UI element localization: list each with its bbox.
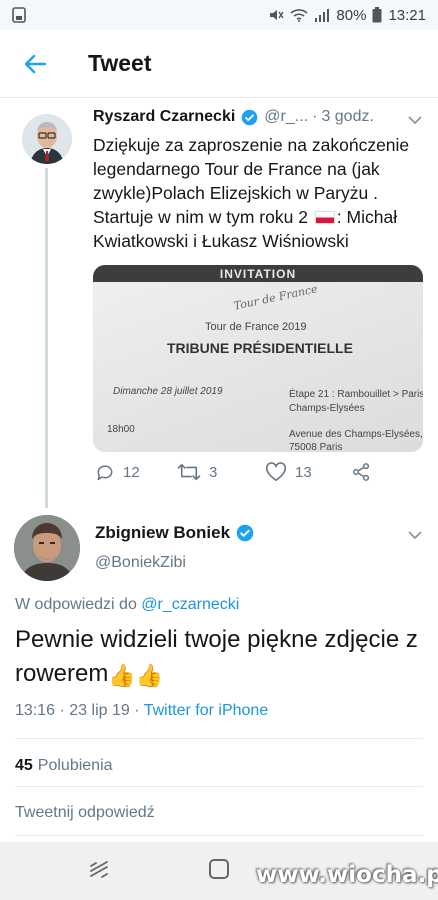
invitation-date: Dimanche 28 juillet 2019 (113, 386, 223, 397)
chevron-down-icon (408, 116, 422, 125)
divider (15, 835, 423, 836)
separator: · (134, 702, 140, 719)
tweet-text: Dziękuje za zaproszenie na zakończenie l… (93, 133, 428, 253)
invitation-time: 18h00 (107, 424, 135, 435)
chevron-down-icon (408, 531, 422, 540)
author-handle[interactable]: @BoniekZibi (95, 554, 186, 572)
tweet-header: Ryszard Czarnecki @r_... · 3 godz. (93, 108, 425, 126)
tweet-text: Pewnie widzieli twoje piękne zdjęcie z r… (15, 623, 425, 693)
reply-button[interactable]: 12 (95, 462, 140, 482)
avatar[interactable] (14, 515, 80, 581)
recent-apps-icon[interactable] (88, 860, 110, 880)
watermark: www.wiocha.pl (256, 862, 438, 888)
verified-badge-icon (242, 109, 258, 125)
tweet-image[interactable]: INVITATION Tour de France Tour de France… (93, 265, 423, 452)
wifi-icon (290, 9, 308, 22)
tweet-actions: 12 3 13 (93, 462, 428, 492)
status-bar: 80% 13:21 (0, 0, 438, 30)
reply-to-link[interactable]: @r_czarnecki (141, 596, 239, 613)
retweet-button[interactable]: 3 (177, 462, 217, 482)
reply-icon (97, 465, 113, 481)
thumbs-up-icon: 👍 (135, 663, 164, 688)
arrow-left-icon (24, 54, 46, 73)
author-name[interactable]: Ryszard Czarnecki (93, 108, 235, 126)
tweet-date: 23 lip 19 (69, 702, 130, 719)
invitation-address-2: 75008 Paris (289, 442, 343, 452)
likes-count: 45 (15, 757, 33, 774)
client-link[interactable]: Twitter for iPhone (144, 702, 269, 719)
app-bar: Tweet (0, 30, 438, 98)
reply-input[interactable]: Tweetnij odpowiedź (15, 804, 155, 822)
divider (15, 738, 423, 739)
invitation-subtitle: Tour de France 2019 (205, 321, 307, 333)
clock: 13:21 (388, 6, 426, 24)
tweet-time: 3 godz. (321, 108, 374, 125)
heart-icon (265, 462, 287, 481)
invitation-stage-2: Champs-Elysées (289, 403, 365, 414)
mute-icon (270, 10, 285, 20)
thumbs-up-icon: 👍 (108, 663, 136, 688)
battery-icon (372, 7, 382, 23)
reply-prefix: W odpowiedzi do (15, 596, 137, 613)
verified-badge-icon (236, 524, 254, 542)
author-handle[interactable]: @r_... (264, 108, 308, 126)
tweet-header: Zbigniew Boniek (95, 523, 260, 543)
retweet-icon (177, 463, 201, 481)
tweet-time: 13:16 (15, 702, 56, 719)
home-icon[interactable] (208, 858, 232, 880)
back-button[interactable] (0, 30, 70, 98)
battery-percent: 80% (336, 6, 367, 24)
tweet-menu-button[interactable] (408, 112, 422, 130)
thread-line (45, 168, 48, 508)
replying-to: W odpowiedzi do @r_czarnecki (15, 596, 239, 614)
retweet-count: 3 (209, 463, 218, 481)
invitation-band-text: INVITATION (219, 267, 297, 281)
screenshot-notification-icon (12, 7, 26, 23)
likes-row[interactable]: 45 Polubienia (15, 757, 113, 775)
divider (15, 786, 423, 787)
invitation-card: Tour de France Tour de France 2019 TRIBU… (93, 282, 423, 452)
reply-count: 12 (123, 463, 140, 481)
avatar-image (22, 114, 72, 164)
invitation-band: INVITATION (93, 265, 423, 282)
signal-icon (315, 9, 330, 22)
tweet-menu-button[interactable] (408, 527, 422, 545)
separator: · (59, 702, 65, 719)
avatar-image (14, 515, 80, 581)
invitation-title: TRIBUNE PRÉSIDENTIELLE (167, 340, 353, 356)
like-count: 13 (295, 463, 312, 481)
avatar[interactable] (22, 114, 72, 164)
page-title: Tweet (88, 50, 152, 76)
share-button[interactable] (351, 462, 371, 482)
share-icon (352, 463, 370, 481)
like-button[interactable]: 13 (265, 462, 312, 482)
invitation-address: Avenue des Champs-Elysées, (289, 429, 423, 440)
tweet-meta: 13:16 · 23 lip 19 · Twitter for iPhone (15, 702, 268, 720)
tweet-text-body: Pewnie widzieli twoje piękne zdjęcie z r… (15, 626, 418, 687)
author-name[interactable]: Zbigniew Boniek (95, 523, 230, 543)
tour-de-france-logo: Tour de France (232, 282, 319, 313)
invitation-stage: Étape 21 : Rambouillet > Paris (289, 389, 423, 400)
likes-label: Polubienia (37, 757, 113, 774)
poland-flag-icon (314, 211, 335, 224)
separator: · (312, 108, 318, 125)
